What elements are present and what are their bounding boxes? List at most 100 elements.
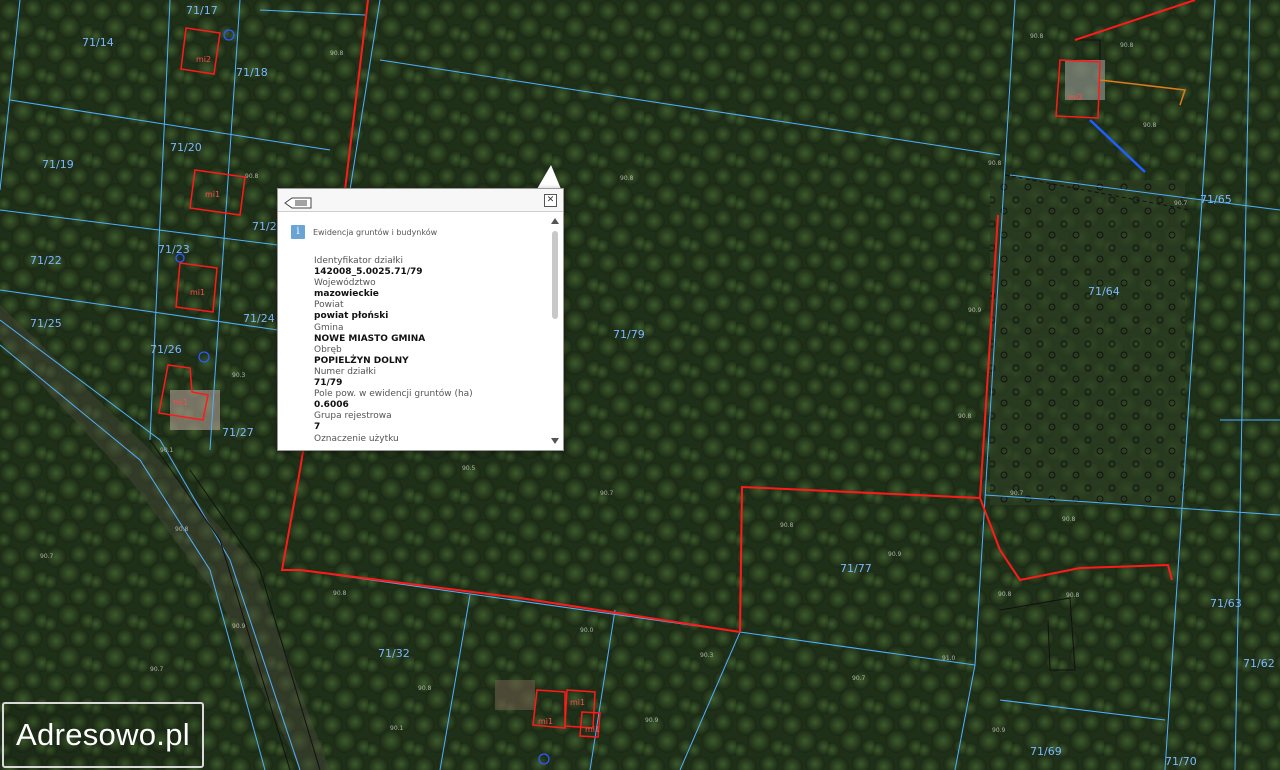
svg-text:71/27: 71/27 (222, 426, 254, 439)
svg-text:90.0: 90.0 (580, 627, 594, 634)
svg-text:71/62: 71/62 (1243, 657, 1275, 670)
svg-text:90.8: 90.8 (1120, 42, 1134, 49)
attribute-item: Powiat powiat płoński (314, 300, 473, 322)
attribute-item: Pole pow. w ewidencji gruntów (ha) 0.6006 (314, 389, 473, 411)
attribute-value: 142008_5.0025.71/79 (314, 267, 423, 278)
attribute-item: Województwo mazowieckie (314, 278, 473, 300)
svg-text:90.8: 90.8 (988, 160, 1002, 167)
svg-text:90.8: 90.8 (333, 590, 347, 597)
scroll-up-icon[interactable] (551, 218, 559, 224)
svg-text:90.8: 90.8 (330, 50, 344, 57)
attribute-label: Oznaczenie użytku (314, 433, 399, 444)
popup-header: i Ewidencja gruntów i budynków (291, 225, 437, 239)
svg-text:71/63: 71/63 (1210, 597, 1242, 610)
svg-text:90.8: 90.8 (418, 685, 432, 692)
attribute-label: Województwo (314, 278, 376, 289)
attribute-item: Numer działki 71/79 (314, 367, 473, 389)
svg-text:90.7: 90.7 (40, 553, 54, 560)
scroll-down-icon[interactable] (551, 438, 559, 444)
popup-pointer (537, 165, 561, 189)
svg-text:90.7: 90.7 (150, 666, 164, 673)
svg-text:71/17: 71/17 (186, 4, 218, 17)
svg-text:71/32: 71/32 (378, 647, 410, 660)
svg-text:90.9: 90.9 (968, 307, 982, 314)
attribute-value: mazowieckie (314, 289, 379, 300)
svg-text:71/20: 71/20 (170, 141, 202, 154)
attribute-value: 0.6006 (314, 400, 349, 411)
svg-text:71/26: 71/26 (150, 343, 182, 356)
svg-text:90.7: 90.7 (852, 675, 866, 682)
svg-text:mi1: mi1 (570, 698, 585, 707)
svg-text:91.0: 91.0 (942, 655, 956, 662)
svg-text:90.7: 90.7 (1174, 200, 1188, 207)
attribute-label: Gmina (314, 322, 344, 333)
svg-text:71/14: 71/14 (82, 36, 114, 49)
scroll-thumb[interactable] (552, 231, 558, 319)
attribute-value: 7 (314, 422, 321, 433)
feature-info-popup: ✕ i Ewidencja gruntów i budynków Identyf… (277, 188, 564, 451)
svg-text:90.8: 90.8 (1062, 516, 1076, 523)
svg-text:mi1: mi1 (190, 288, 205, 297)
svg-text:90.8: 90.8 (1143, 122, 1157, 129)
svg-text:90.8: 90.8 (958, 413, 972, 420)
svg-text:90.9: 90.9 (992, 727, 1006, 734)
svg-text:90.1: 90.1 (160, 447, 174, 454)
popup-scrollbar[interactable] (550, 216, 560, 446)
attribute-item: Gmina NOWE MIASTO GMINA (314, 323, 473, 345)
svg-text:90.9: 90.9 (645, 717, 659, 724)
attribute-item: Grupa rejestrowa 7 (314, 411, 473, 433)
svg-text:90.8: 90.8 (245, 173, 259, 180)
svg-text:90.8: 90.8 (1066, 592, 1080, 599)
attribute-value: NOWE MIASTO GMINA (314, 333, 426, 344)
svg-text:71/69: 71/69 (1030, 745, 1062, 758)
list-back-icon[interactable] (284, 194, 312, 209)
svg-text:71/24: 71/24 (243, 312, 275, 325)
svg-text:71/25: 71/25 (30, 317, 62, 330)
attribute-label: Pole pow. w ewidencji gruntów (ha) (314, 389, 473, 400)
svg-text:71/22: 71/22 (30, 254, 62, 267)
svg-text:mi1: mi1 (585, 725, 600, 734)
svg-text:90.8: 90.8 (175, 526, 189, 533)
svg-text:71/19: 71/19 (42, 158, 74, 171)
attribute-label: Obręb (314, 344, 342, 355)
svg-text:90.8: 90.8 (620, 175, 634, 182)
popup-title: Ewidencja gruntów i budynków (313, 227, 438, 237)
svg-text:mi1: mi1 (538, 717, 553, 726)
svg-text:71/79: 71/79 (613, 328, 645, 341)
svg-text:90.3: 90.3 (700, 652, 714, 659)
attribute-item: Oznaczenie użytku (314, 434, 473, 445)
svg-text:90.8: 90.8 (998, 591, 1012, 598)
svg-text:71/77: 71/77 (840, 562, 872, 575)
svg-text:71/18: 71/18 (236, 66, 268, 79)
svg-text:71/64: 71/64 (1088, 285, 1120, 298)
roof-dark (495, 680, 535, 710)
attribute-label: Identyfikator działki (314, 256, 404, 266)
svg-text:90.3: 90.3 (232, 372, 246, 379)
svg-text:71/65: 71/65 (1200, 193, 1232, 206)
attribute-value: 71/79 (314, 378, 343, 389)
info-icon: i (291, 225, 305, 239)
svg-text:90.9: 90.9 (232, 623, 246, 630)
popup-content: i Ewidencja gruntów i budynków Identyfik… (278, 212, 547, 450)
svg-text:90.8: 90.8 (780, 522, 794, 529)
attribute-label: Grupa rejestrowa (314, 411, 392, 422)
watermark-logo: Adresowo.pl (2, 702, 204, 768)
svg-text:mi2: mi2 (1068, 93, 1083, 102)
svg-text:90.1: 90.1 (390, 725, 404, 732)
svg-text:90.7: 90.7 (1010, 490, 1024, 497)
attribute-value: POPIELŻYN DOLNY (314, 355, 409, 366)
svg-text:71/70: 71/70 (1165, 755, 1197, 768)
popup-titlebar: ✕ (278, 189, 563, 212)
attribute-label: Numer działki (314, 366, 377, 377)
cadastral-map[interactable]: mi2 mi1 mi1 mi1 mi2 mi1 mi1 mi1 71/17 71… (0, 0, 1280, 770)
close-icon[interactable]: ✕ (544, 194, 557, 207)
orchard-symbols (990, 180, 1185, 505)
svg-text:mi1: mi1 (173, 398, 188, 407)
attribute-list: Identyfikator działki 142008_5.0025.71/79… (314, 256, 473, 445)
attribute-value: powiat płoński (314, 311, 389, 322)
attribute-item: Identyfikator działki 142008_5.0025.71/79 (314, 256, 473, 278)
attribute-label: Powiat (314, 300, 344, 311)
svg-text:71/2: 71/2 (252, 220, 277, 233)
svg-text:mi2: mi2 (196, 55, 211, 64)
attribute-item: Obręb POPIELŻYN DOLNY (314, 345, 473, 367)
